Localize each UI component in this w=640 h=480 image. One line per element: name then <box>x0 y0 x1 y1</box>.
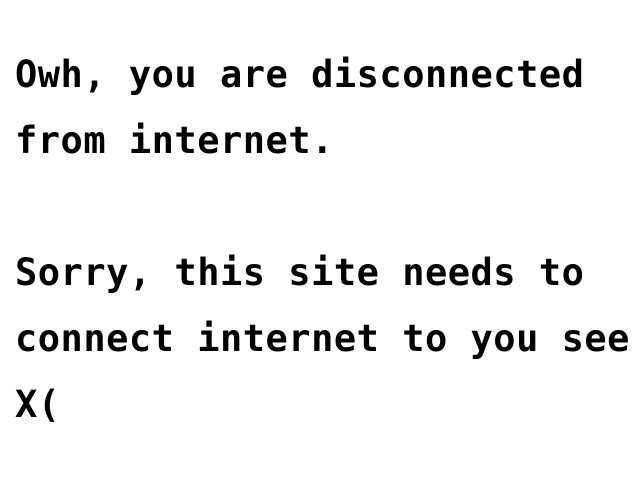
connection-required-message: Sorry, this site needs to connect intern… <box>15 251 630 426</box>
disconnected-message: Owh, you are disconnected from internet. <box>15 53 585 162</box>
offline-page: Owh, you are disconnected from internet.… <box>0 0 640 480</box>
